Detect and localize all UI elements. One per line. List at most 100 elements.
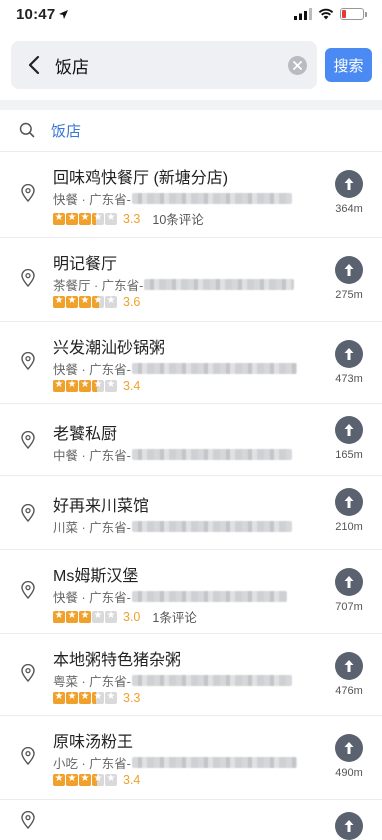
result-category: 茶餐厅 · 广东省- <box>53 275 295 294</box>
navigate-button[interactable]: 476m <box>334 652 364 697</box>
result-rating: 3.3 <box>53 691 152 705</box>
search-button[interactable]: 搜索 <box>325 48 372 82</box>
star-icon <box>66 774 78 786</box>
navigate-button[interactable]: 165m <box>334 416 364 461</box>
result-rating: 3.0 1条评论 <box>53 607 197 626</box>
star-icon <box>53 380 65 392</box>
navigation-arrow-icon <box>335 170 363 198</box>
navigation-arrow-icon <box>335 734 363 762</box>
review-count[interactable]: 10条评论 <box>152 209 203 228</box>
navigation-arrow-icon <box>335 568 363 596</box>
divider <box>0 100 382 110</box>
star-icon <box>66 692 78 704</box>
rating-score: 3.3 <box>123 691 141 705</box>
back-icon[interactable] <box>23 54 45 76</box>
result-category: 中餐 · 广东省- <box>53 445 292 464</box>
star-icon <box>92 296 104 308</box>
star-icon <box>105 380 117 392</box>
result-name: 回味鸡快餐厅 (新塘分店) <box>53 170 229 187</box>
result-item[interactable]: Ms姆斯汉堡快餐 · 广东省- 3.0 1条评论 707m <box>0 549 382 633</box>
result-item[interactable]: 好再来川菜馆 川菜 · 广东省- 210m <box>0 475 382 549</box>
clear-icon[interactable] <box>288 55 307 75</box>
result-item[interactable]: 兴发潮汕砂锅粥快餐 · 广东省- 3.4 473m <box>0 321 382 403</box>
star-icon <box>92 380 104 392</box>
result-item[interactable] <box>0 799 382 840</box>
rating-score: 3.6 <box>123 295 141 309</box>
location-pin-icon <box>20 746 36 766</box>
distance-label: 490m <box>335 767 363 779</box>
navigate-button[interactable]: 490m <box>334 734 364 779</box>
star-icon <box>53 692 65 704</box>
location-pin-icon <box>20 580 36 600</box>
star-icon <box>66 212 78 225</box>
star-icon <box>79 692 91 704</box>
result-rating: 3.4 <box>53 773 152 787</box>
star-rating <box>53 380 117 392</box>
category-text: 川菜 · 广东省- <box>53 521 131 535</box>
status-icons <box>294 8 367 20</box>
rating-score: 3.3 <box>123 211 141 226</box>
result-name: 原味汤粉王 <box>53 734 134 751</box>
navigate-button[interactable] <box>334 812 364 840</box>
result-name: 好再来川菜馆 <box>53 498 150 515</box>
star-icon <box>79 212 91 225</box>
star-icon <box>53 774 65 786</box>
star-icon <box>92 610 104 623</box>
star-icon <box>92 692 104 704</box>
result-item[interactable]: 明记餐厅茶餐厅 · 广东省- 3.6 275m <box>0 237 382 321</box>
time-text: 10:47 <box>16 5 56 23</box>
navigate-button[interactable]: 473m <box>334 340 364 385</box>
address-redacted <box>131 675 292 686</box>
star-icon <box>92 212 104 225</box>
address-redacted <box>131 449 292 460</box>
star-icon <box>79 296 91 308</box>
result-name: 明记餐厅 <box>53 256 118 273</box>
search-box <box>11 41 317 89</box>
address-redacted <box>131 757 297 768</box>
result-category: 川菜 · 广东省- <box>53 517 292 536</box>
star-icon <box>105 774 117 786</box>
navigate-button[interactable]: 275m <box>334 256 364 301</box>
star-icon <box>105 692 117 704</box>
results-list: 回味鸡快餐厅 (新塘分店) 快餐 · 广东省- 3.3 10条评论 364m 明记餐厅茶餐… <box>0 151 382 840</box>
star-icon <box>79 774 91 786</box>
review-count[interactable]: 1条评论 <box>152 607 196 626</box>
address-redacted <box>131 363 297 374</box>
distance-label: 707m <box>335 601 363 613</box>
search-suggestion[interactable]: 饭店 <box>0 110 382 150</box>
result-name: 本地粥特色猪杂粥 <box>53 652 182 669</box>
status-time: 10:47 <box>16 6 69 23</box>
location-pin-icon <box>20 183 36 203</box>
address-redacted <box>131 591 287 602</box>
category-text: 中餐 · 广东省- <box>53 449 131 463</box>
result-category: 小吃 · 广东省- <box>53 753 297 772</box>
star-icon <box>66 296 78 308</box>
result-item[interactable]: 原味汤粉王小吃 · 广东省- 3.4 490m <box>0 715 382 799</box>
result-name: Ms姆斯汉堡 <box>53 568 139 585</box>
navigation-arrow-icon <box>335 488 363 516</box>
category-text: 快餐 · 广东省- <box>53 193 131 207</box>
result-item[interactable]: 老饕私厨 中餐 · 广东省- 165m <box>0 403 382 475</box>
star-rating <box>53 296 117 308</box>
navigate-button[interactable]: 210m <box>334 488 364 533</box>
rating-score: 3.4 <box>123 379 141 393</box>
location-pin-icon <box>20 351 36 371</box>
navigate-button[interactable]: 707m <box>334 568 364 613</box>
result-item[interactable]: 回味鸡快餐厅 (新塘分店) 快餐 · 广东省- 3.3 10条评论 364m <box>0 151 382 237</box>
navigation-arrow-icon <box>335 340 363 368</box>
star-rating <box>53 610 117 623</box>
search-input[interactable] <box>55 55 288 75</box>
result-rating: 3.3 10条评论 <box>53 209 204 228</box>
distance-label: 210m <box>335 521 363 533</box>
distance-label: 275m <box>335 289 363 301</box>
navigation-arrow-icon <box>335 812 363 840</box>
result-item[interactable]: 本地粥特色猪杂粥粤菜 · 广东省- 3.3 476m <box>0 633 382 715</box>
navigate-button[interactable]: 364m <box>334 170 364 215</box>
star-icon <box>53 212 65 225</box>
navigation-arrow-icon <box>335 256 363 284</box>
star-icon <box>105 610 117 623</box>
star-icon <box>53 296 65 308</box>
category-text: 小吃 · 广东省- <box>53 757 131 771</box>
location-arrow-icon <box>59 9 69 19</box>
star-icon <box>66 610 78 623</box>
